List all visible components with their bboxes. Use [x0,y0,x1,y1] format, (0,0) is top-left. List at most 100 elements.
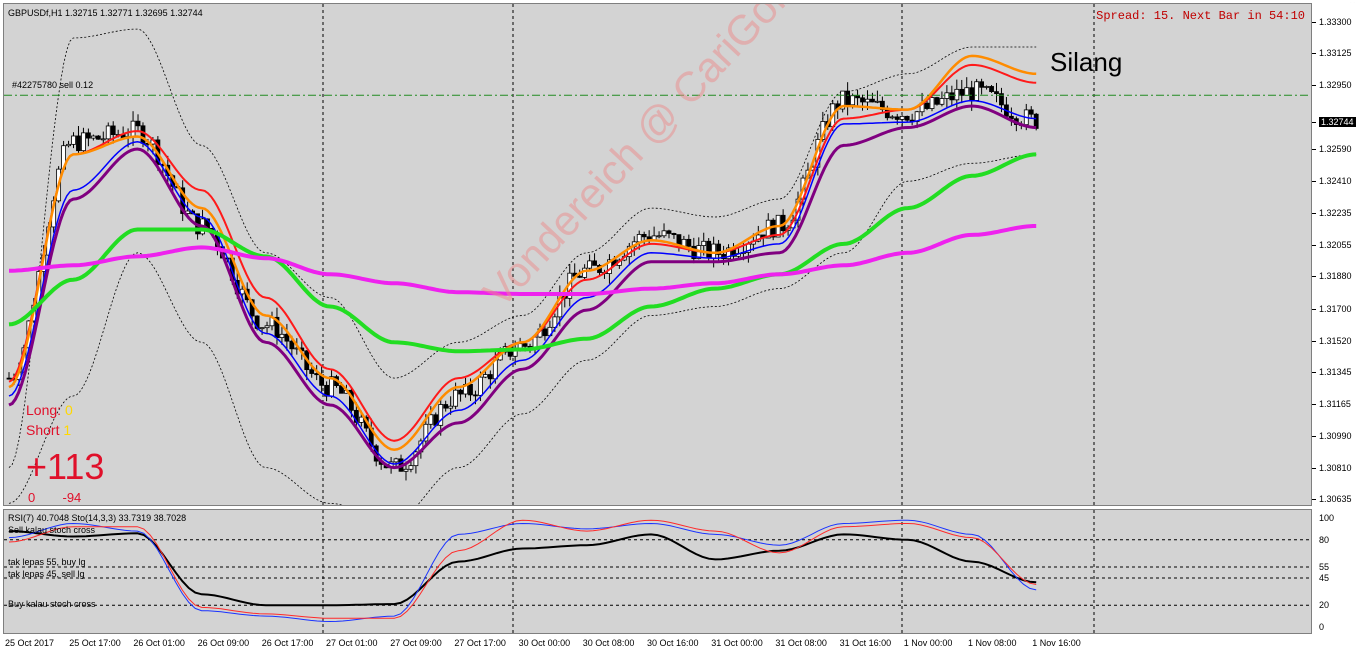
short-count: Short 1 [26,422,71,438]
candle-body [959,88,965,96]
candle-body [408,465,414,470]
candle-body [468,383,473,396]
long-count: Long: 0 [26,402,73,418]
price-axis-label: 1.31520 [1319,335,1352,346]
price-axis-tick [1312,22,1316,24]
candle-body [889,116,895,119]
oscillator-note: tak lepas 55, buy lg [8,557,86,567]
candle-body [95,135,101,140]
candle-body [939,98,945,105]
candle-body [855,95,860,99]
candle-body [954,88,960,101]
candle-body [259,327,265,330]
candle-body [964,87,970,96]
time-axis-label: 26 Oct 09:00 [197,638,250,648]
envelope-lower-line [8,154,1037,505]
candle-body [969,87,975,101]
time-axis-label: 26 Oct 01:00 [133,638,185,648]
long-value: 0 [64,402,73,418]
spread-info: Spread: 15. Next Bar in 54:10 [1096,9,1305,23]
time-axis-label: 26 Oct 17:00 [261,638,314,648]
oscillator-axis-label: 80 [1319,534,1330,545]
candle-body [110,125,116,136]
price-axis-tick [1312,340,1316,342]
time-axis-label: 25 Oct 17:00 [69,638,121,648]
price-axis-label: 1.32590 [1319,144,1352,155]
price-axis-label: 1.32950 [1319,79,1352,90]
candle-body [512,350,518,357]
time-axis-label: 27 Oct 09:00 [390,638,442,648]
candle-body [6,377,12,380]
candle-body [66,143,71,147]
candle-body [279,333,285,338]
candle-body [522,343,528,347]
candle-body [71,135,76,145]
current-price-label: 1.32744 [1319,116,1356,127]
candle-body [1028,109,1034,115]
candle-body [894,116,900,120]
candle-body [989,86,994,93]
candle-body [870,98,875,103]
price-axis-label: 1.30990 [1319,430,1352,441]
order-line-label: #42275780 sell 0.12 [12,80,94,90]
candle-body [105,125,111,140]
oscillator-axis: 100 80 55 45 20 0 [1312,509,1360,634]
pnl-details: 0 -94 [28,490,81,505]
oscillator-panel[interactable]: RSI(7) 40.7048 Sto(14,3,3) 33.7319 38.70… [3,509,1312,634]
candle-body [974,81,980,101]
candle-body [309,369,315,374]
oscillator-axis-label: 20 [1319,600,1330,611]
price-axis-tick [1312,121,1316,123]
time-axis-label: 1 Nov 16:00 [1032,638,1081,648]
candle-body [478,376,483,396]
pnl-left-value: 0 [28,490,36,505]
candle-body [473,394,478,397]
oscillator-canvas [4,510,1311,633]
price-axis-tick [1312,404,1316,406]
oscillator-note: Buy kalau stoch cross [8,599,96,609]
candle-body [482,374,488,378]
price-axis-label: 1.30635 [1319,494,1352,505]
price-axis-tick [1312,244,1316,246]
oscillator-info: RSI(7) 40.7048 Sto(14,3,3) 33.7319 38.70… [8,513,187,523]
candle-body [656,235,662,238]
price-chart-canvas [4,4,1311,505]
price-axis-tick [1312,435,1316,437]
candle-body [701,240,707,246]
price-axis-label: 1.31880 [1319,271,1352,282]
candle-body [860,97,865,103]
chart-window: Vondereich @ CariGold Forum GBPUSDf,H1 1… [0,0,1360,656]
price-axis-tick [1312,499,1316,501]
time-axis-label: 31 Oct 16:00 [839,638,892,648]
candle-body [577,275,583,278]
pnl-right-value: -94 [62,490,82,505]
candle-body [641,233,647,238]
symbol-info: GBPUSDf,H1 1.32715 1.32771 1.32695 1.327… [8,8,203,18]
price-axis-label: 1.33300 [1319,17,1352,28]
price-axis-label: 1.31165 [1319,399,1351,410]
time-axis: 25 Oct 2017 25 Oct 17:00 26 Oct 01:00 26 Oc… [3,634,1312,656]
time-axis-label: 30 Oct 08:00 [582,638,635,648]
candle-body [850,95,855,106]
price-axis-tick [1312,467,1316,469]
oscillator-note: Sell kalau stoch cross [8,525,96,535]
candle-body [458,389,463,395]
price-axis-label: 1.30810 [1319,462,1352,473]
time-axis-label: 30 Oct 16:00 [647,638,699,648]
candle-body [264,325,270,329]
candle-body [949,92,955,101]
price-axis-label: 1.31345 [1319,367,1352,378]
candle-body [100,138,106,141]
candle-body [90,135,96,139]
price-axis-label: 1.32410 [1319,176,1352,187]
price-axis-tick [1312,149,1316,151]
candle-body [428,414,434,425]
price-axis-tick [1312,181,1316,183]
long-label: Long: [26,402,62,418]
oscillator-axis-label: 55 [1319,562,1330,573]
candle-body [671,233,677,236]
candle-body [587,260,592,269]
time-axis-label: 31 Oct 08:00 [775,638,827,648]
time-axis-label: 27 Oct 01:00 [326,638,378,648]
price-chart-panel[interactable]: Vondereich @ CariGold Forum GBPUSDf,H1 1… [3,3,1312,506]
